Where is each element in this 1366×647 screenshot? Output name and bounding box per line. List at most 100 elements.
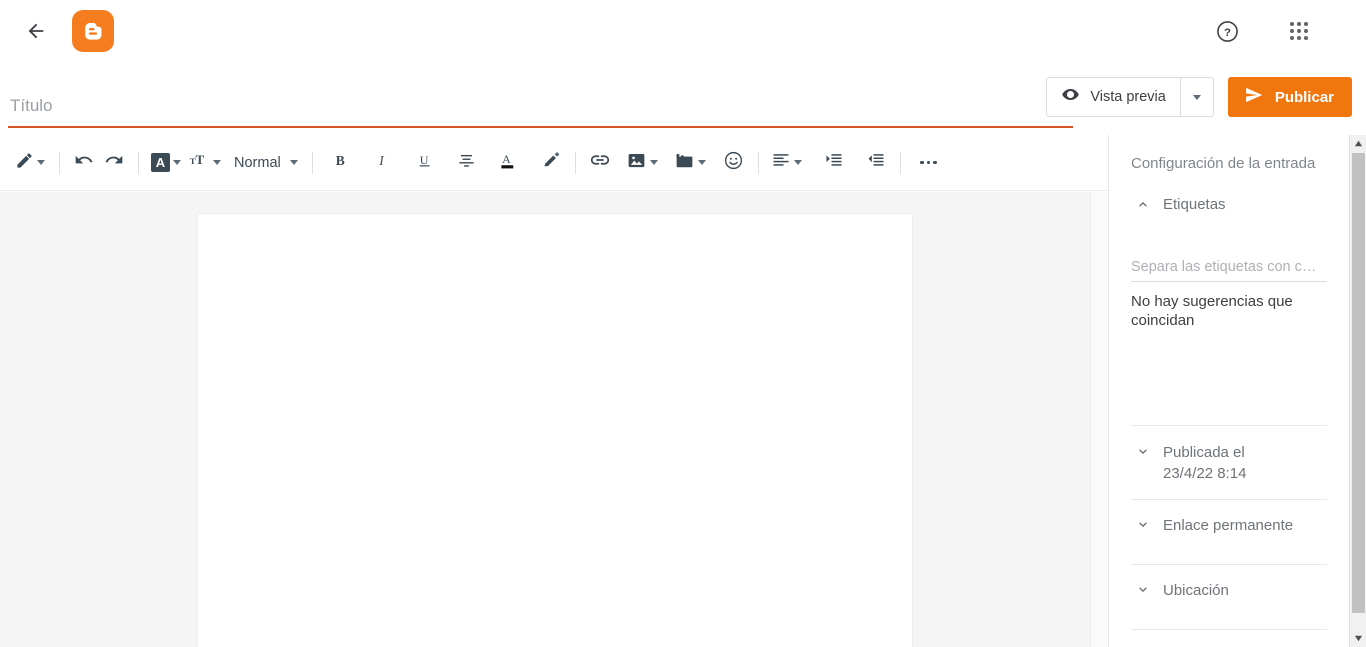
apps-dot bbox=[1290, 22, 1294, 26]
text-color-button[interactable]: A bbox=[494, 146, 524, 180]
editor-canvas bbox=[0, 192, 1090, 647]
publish-button-label: Publicar bbox=[1274, 88, 1334, 106]
more-dot bbox=[933, 160, 937, 165]
svg-text:?: ? bbox=[1224, 26, 1231, 38]
font-a-box-icon: A bbox=[151, 153, 170, 172]
sidebar-item-labels[interactable]: Etiquetas bbox=[1109, 194, 1349, 228]
italic-icon: I bbox=[374, 151, 392, 174]
apps-dot bbox=[1290, 29, 1294, 33]
insert-link-button[interactable] bbox=[585, 146, 615, 180]
highlight-color-button[interactable] bbox=[536, 146, 566, 180]
image-icon bbox=[626, 150, 647, 176]
chevron-down-icon bbox=[793, 160, 802, 165]
title-underline bbox=[8, 126, 1073, 128]
strikethrough-button[interactable] bbox=[452, 146, 482, 180]
blogger-post-editor: ? Vista previa bbox=[0, 0, 1366, 647]
apps-dot bbox=[1290, 36, 1294, 40]
insert-image-button[interactable] bbox=[623, 146, 663, 180]
help-circle-icon[interactable]: ? bbox=[1214, 18, 1240, 44]
apps-dot bbox=[1297, 22, 1301, 26]
toolbar-separator bbox=[138, 151, 139, 174]
blogger-logo[interactable] bbox=[72, 10, 114, 52]
svg-text:T: T bbox=[195, 152, 204, 167]
publish-button[interactable]: Publicar bbox=[1227, 77, 1352, 117]
labels-section-title: Etiquetas bbox=[1163, 196, 1226, 213]
chevron-down-icon bbox=[1135, 583, 1151, 597]
title-row bbox=[0, 62, 1107, 134]
paragraph-style-button[interactable]: Normal bbox=[226, 146, 303, 180]
post-title-input[interactable] bbox=[8, 90, 1073, 122]
page-vertical-scrollbar[interactable] bbox=[1349, 135, 1366, 647]
insert-emoji-button[interactable] bbox=[719, 146, 749, 180]
redo-icon bbox=[104, 150, 124, 175]
published-on-line1: Publicada el bbox=[1163, 444, 1245, 461]
labels-input[interactable] bbox=[1131, 259, 1327, 282]
permalink-label: Enlace permanente bbox=[1163, 517, 1294, 534]
insert-video-button[interactable] bbox=[671, 146, 711, 180]
chevron-up-icon bbox=[1135, 197, 1151, 211]
pen-tool-button[interactable] bbox=[12, 146, 50, 180]
scroll-down-arrow-icon[interactable] bbox=[1350, 630, 1366, 647]
chevron-down-icon bbox=[697, 160, 706, 165]
text-color-icon: A bbox=[499, 150, 518, 176]
sidebar-item-published-on[interactable]: Publicada el 23/4/22 8:14 bbox=[1109, 442, 1349, 484]
scroll-thumb[interactable] bbox=[1352, 153, 1365, 613]
align-left-icon bbox=[771, 150, 791, 175]
chevron-down-icon bbox=[37, 160, 45, 165]
arrow-back-icon[interactable] bbox=[24, 19, 48, 43]
apps-grid-icon[interactable] bbox=[1290, 22, 1308, 40]
redo-button[interactable] bbox=[99, 146, 129, 180]
published-on-label: Publicada el 23/4/22 8:14 bbox=[1163, 442, 1246, 484]
apps-dot bbox=[1297, 29, 1301, 33]
chevron-down-icon bbox=[1135, 518, 1151, 532]
location-block: Ubicación bbox=[1109, 565, 1349, 629]
preview-button-group: Vista previa bbox=[1046, 77, 1214, 117]
strikethrough-icon bbox=[457, 151, 476, 175]
paragraph-style-label: Normal bbox=[234, 154, 281, 171]
font-family-button[interactable]: A bbox=[148, 146, 186, 180]
more-horizontal-icon bbox=[920, 160, 937, 165]
preview-button[interactable]: Vista previa bbox=[1047, 78, 1181, 116]
indent-decrease-button[interactable] bbox=[861, 146, 891, 180]
toolbar-separator bbox=[59, 151, 60, 174]
font-size-icon: T T bbox=[189, 151, 210, 174]
labels-no-suggestions-text: No hay sugerencias que coincidan bbox=[1131, 293, 1293, 329]
chevron-down-icon bbox=[1135, 445, 1151, 459]
apps-dot bbox=[1304, 36, 1308, 40]
underline-button[interactable]: U bbox=[410, 146, 440, 180]
send-icon bbox=[1244, 85, 1264, 110]
location-label: Ubicación bbox=[1163, 582, 1229, 599]
italic-button[interactable]: I bbox=[368, 146, 398, 180]
toolbar-separator bbox=[899, 151, 901, 174]
font-size-button[interactable]: T T bbox=[186, 146, 226, 180]
apps-dot bbox=[1304, 22, 1308, 26]
permalink-block: Enlace permanente bbox=[1109, 500, 1349, 564]
sidebar-item-location[interactable]: Ubicación bbox=[1109, 580, 1349, 614]
more-options-button[interactable] bbox=[914, 146, 944, 180]
svg-text:U: U bbox=[419, 153, 428, 167]
marker-icon bbox=[541, 150, 561, 175]
indent-decrease-icon bbox=[866, 150, 886, 175]
published-on-block: Publicada el 23/4/22 8:14 bbox=[1109, 426, 1349, 499]
indent-increase-icon bbox=[824, 150, 844, 175]
bold-button[interactable]: B bbox=[326, 146, 356, 180]
editor-vertical-scrollbar[interactable] bbox=[1090, 192, 1107, 647]
chevron-down-icon bbox=[289, 160, 298, 165]
apps-dot bbox=[1297, 36, 1301, 40]
blogger-b-icon bbox=[85, 22, 102, 40]
post-settings-sidebar: Configuración de la entrada Etiquetas No… bbox=[1108, 135, 1349, 647]
scroll-up-arrow-icon[interactable] bbox=[1350, 135, 1366, 152]
undo-button[interactable] bbox=[69, 146, 99, 180]
labels-section: Etiquetas No hay sugerencias que coincid… bbox=[1109, 194, 1349, 330]
align-button[interactable] bbox=[768, 146, 807, 180]
app-header: ? bbox=[0, 0, 1366, 62]
options-block: Opciones bbox=[1109, 630, 1349, 647]
toolbar-separator bbox=[757, 151, 759, 174]
post-body-editor[interactable] bbox=[197, 213, 913, 647]
sidebar-item-permalink[interactable]: Enlace permanente bbox=[1109, 515, 1349, 549]
toolbar-separator bbox=[311, 151, 313, 174]
indent-increase-button[interactable] bbox=[819, 146, 849, 180]
preview-dropdown-button[interactable] bbox=[1181, 78, 1213, 116]
link-icon bbox=[589, 149, 611, 176]
chevron-down-icon bbox=[173, 160, 181, 165]
